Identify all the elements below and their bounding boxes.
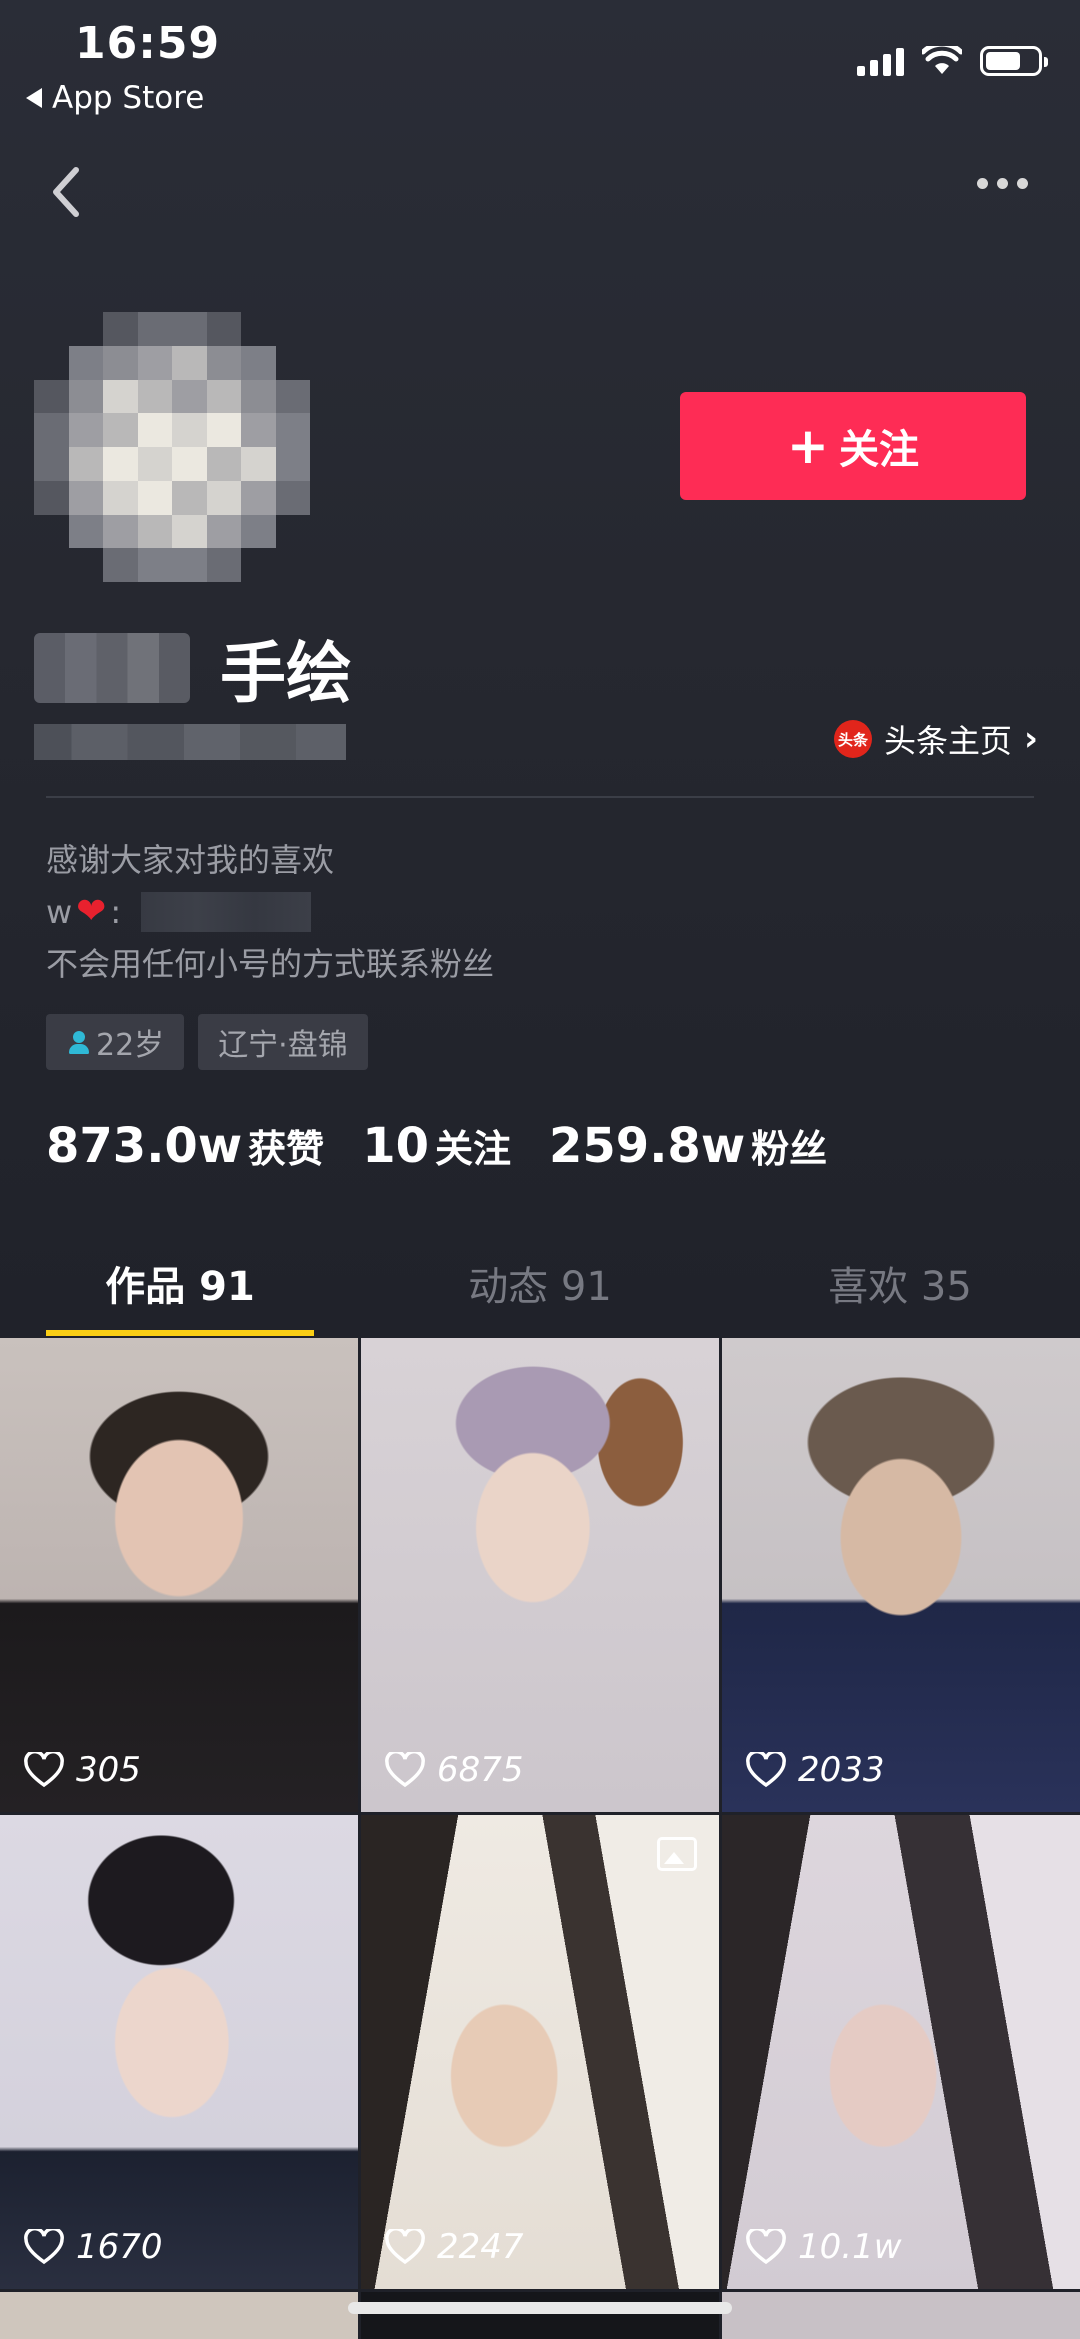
toutiao-homepage-link[interactable]: 头条 头条主页 › [833, 716, 1038, 762]
content-tabs: 作品 91 动态 91 喜欢 35 [0, 1240, 1080, 1336]
bio-line-1: 感谢大家对我的喜欢 [46, 841, 335, 879]
heart-outline-icon [24, 2229, 64, 2265]
battery-icon [980, 46, 1048, 76]
avatar[interactable] [34, 312, 310, 582]
follow-button[interactable]: + 关注 [680, 392, 1026, 500]
heart-outline-icon [385, 2229, 425, 2265]
thumbnail-art [0, 1338, 358, 1812]
video-thumbnail[interactable]: 10.1w [722, 1815, 1080, 2289]
heart-outline-icon [24, 1752, 64, 1788]
like-count: 6875 [385, 1750, 524, 1790]
location-tag: 辽宁·盘锦 [198, 1014, 368, 1070]
divider [46, 796, 1034, 798]
video-thumbnail[interactable] [361, 2292, 719, 2339]
person-icon [66, 1029, 92, 1055]
like-count: 10.1w [746, 2227, 902, 2267]
more-options-icon[interactable] [977, 178, 1028, 189]
like-count: 2247 [385, 2227, 524, 2267]
likes-stat: 873.0w 获赞 [46, 1118, 325, 1174]
video-grid: 305 6875 2033 1670 2247 10.1w [0, 1338, 1080, 2339]
thumbnail-art [361, 1338, 719, 1812]
bio-line-2: w ❤ : [46, 886, 494, 938]
profile-stats: 873.0w 获赞 10 关注 259.8w 粉丝 [46, 1118, 865, 1174]
following-stat[interactable]: 10 关注 [362, 1118, 511, 1174]
plus-icon: + [787, 417, 829, 475]
tab-activity[interactable]: 动态 91 [360, 1240, 720, 1336]
cellular-signal-icon [857, 46, 904, 76]
video-thumbnail[interactable]: 2033 [722, 1338, 1080, 1812]
tab-likes[interactable]: 喜欢 35 [720, 1240, 1080, 1336]
followers-stat[interactable]: 259.8w 粉丝 [549, 1118, 827, 1174]
like-count: 1670 [24, 2227, 163, 2267]
profile-name: 手绘 [34, 620, 352, 716]
name-redacted [34, 633, 190, 703]
follow-label: 关注 [838, 427, 919, 473]
heart-outline-icon [385, 1752, 425, 1788]
toutiao-label: 头条主页 [883, 722, 1012, 760]
profile-tags: 22岁 辽宁·盘锦 [46, 1014, 368, 1070]
toutiao-logo-icon: 头条 [833, 720, 872, 758]
video-thumbnail[interactable]: 1670 [0, 1815, 358, 2289]
profile-bio: 感谢大家对我的喜欢 w ❤ : 不会用任何小号的方式联系粉丝 [46, 834, 494, 990]
back-chevron-icon[interactable] [44, 162, 88, 222]
profile-name-text: 手绘 [220, 635, 352, 712]
heart-outline-icon [746, 2229, 786, 2265]
bio-line-3: 不会用任何小号的方式联系粉丝 [46, 945, 495, 983]
video-thumbnail[interactable]: 305 [0, 1338, 358, 1812]
thumbnail-art [0, 1815, 358, 2289]
status-time: 16:59 [75, 18, 221, 69]
video-thumbnail[interactable] [0, 2292, 358, 2339]
user-id-redacted [34, 724, 346, 760]
status-icons [857, 46, 1048, 76]
back-app-label: App Store [52, 80, 205, 116]
like-count: 2033 [746, 1750, 885, 1790]
thumbnail-art [722, 1338, 1080, 1812]
wifi-icon [922, 46, 962, 74]
thumbnail-art [722, 1815, 1080, 2289]
back-to-app-link[interactable]: App Store [26, 80, 204, 116]
video-thumbnail[interactable] [722, 2292, 1080, 2339]
video-thumbnail[interactable]: 6875 [361, 1338, 719, 1812]
video-thumbnail[interactable]: 2247 [361, 1815, 719, 2289]
like-count: 305 [24, 1750, 141, 1790]
contact-redacted [141, 892, 312, 932]
chevron-right-icon: › [1023, 719, 1038, 759]
tab-works[interactable]: 作品 91 [0, 1240, 360, 1336]
heart-outline-icon [746, 1752, 786, 1788]
image-post-icon [657, 1837, 697, 1871]
back-triangle-icon [26, 88, 42, 108]
heart-emoji-icon: ❤ [76, 891, 107, 932]
thumbnail-art [361, 1815, 719, 2289]
age-tag: 22岁 [46, 1014, 185, 1070]
home-indicator[interactable] [348, 2302, 732, 2314]
